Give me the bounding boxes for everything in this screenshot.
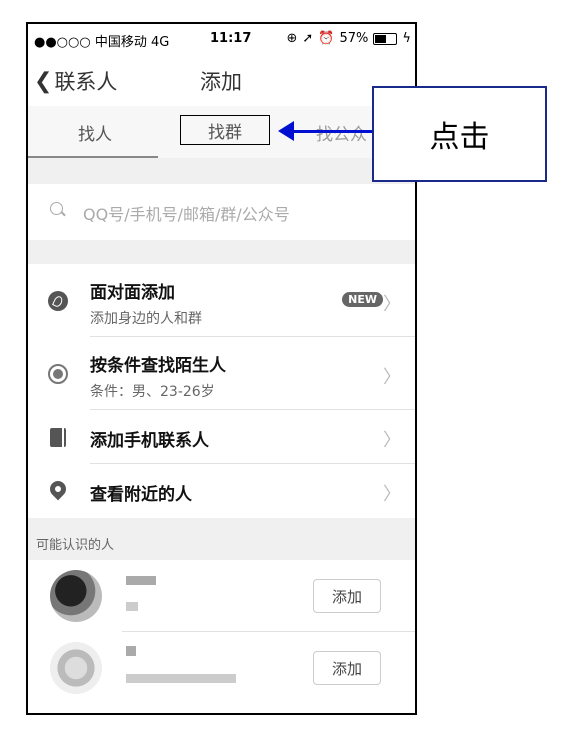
back-label: 联系人 bbox=[54, 70, 118, 94]
blurred-name bbox=[126, 646, 136, 656]
menu-item-title: 添加手机联系人 bbox=[90, 431, 209, 451]
search-bar[interactable]: QQ号/手机号/邮箱/群/公众号 bbox=[28, 184, 415, 241]
alarm-icon: ⏰ bbox=[318, 31, 335, 46]
menu-item-title: 按条件查找陌生人 bbox=[90, 356, 226, 376]
search-placeholder: QQ号/手机号/邮箱/群/公众号 bbox=[83, 205, 290, 224]
menu-item-title: 面对面添加 bbox=[90, 283, 175, 303]
navigation-bar: ❮ 联系人 添加 bbox=[28, 58, 415, 102]
filter-search-icon bbox=[48, 364, 68, 384]
menu-item-title: 查看附近的人 bbox=[90, 485, 192, 505]
list-item: 添加 bbox=[28, 632, 415, 704]
add-friend-button[interactable]: 添加 bbox=[313, 579, 381, 613]
blurred-detail bbox=[126, 602, 138, 611]
face-to-face-icon bbox=[48, 291, 68, 311]
page-title: 添加 bbox=[200, 70, 242, 94]
phone-contacts-icon bbox=[50, 428, 66, 447]
annotation-callout: 点击 bbox=[372, 86, 547, 182]
list-item: 添加 bbox=[28, 560, 415, 632]
back-button[interactable]: ❮ 联系人 bbox=[34, 66, 117, 96]
chevron-right-icon: 〉 bbox=[383, 484, 401, 505]
charging-icon: ϟ bbox=[402, 31, 411, 46]
location-arrow-icon: ➚ bbox=[302, 31, 314, 46]
status-time: 11:17 bbox=[210, 31, 252, 46]
menu-item-subtitle: 条件：男、23-26岁 bbox=[90, 384, 215, 400]
battery-icon bbox=[373, 32, 398, 45]
avatar bbox=[50, 642, 102, 694]
chevron-left-icon: ❮ bbox=[34, 68, 53, 94]
annotation-arrow-line bbox=[292, 130, 372, 133]
location-pin-icon bbox=[46, 477, 70, 501]
chevron-right-icon: 〉 bbox=[383, 294, 401, 315]
carrier-text: ●●○○○ 中国移动 4G bbox=[34, 35, 170, 50]
annotation-arrow-head bbox=[278, 121, 294, 141]
menu-item-phone-contacts[interactable]: 添加手机联系人 〉 bbox=[28, 410, 415, 464]
status-bar: ●●○○○ 中国移动 4G 11:17 ⊕ ➚ ⏰ 57% ϟ bbox=[28, 24, 415, 54]
blurred-detail bbox=[126, 674, 236, 683]
section-spacer bbox=[28, 158, 415, 184]
avatar bbox=[50, 570, 102, 622]
new-badge: NEW bbox=[342, 292, 383, 307]
suggestions-title: 可能认识的人 bbox=[36, 538, 115, 553]
menu-item-nearby-people[interactable]: 查看附近的人 〉 bbox=[28, 464, 415, 518]
carrier-info: ●●○○○ 中国移动 4G bbox=[34, 31, 169, 50]
chevron-right-icon: 〉 bbox=[383, 367, 401, 388]
section-spacer bbox=[28, 240, 415, 264]
tab-find-group[interactable]: 找群 bbox=[180, 115, 270, 145]
phone-screen: ●●○○○ 中国移动 4G 11:17 ⊕ ➚ ⏰ 57% ϟ ❮ 联系人 添加… bbox=[26, 22, 417, 715]
menu-item-subtitle: 添加身边的人和群 bbox=[90, 311, 202, 327]
add-friend-button[interactable]: 添加 bbox=[313, 651, 381, 685]
menu-item-face-to-face[interactable]: 面对面添加 添加身边的人和群 NEW 〉 bbox=[28, 264, 415, 337]
blurred-name bbox=[126, 576, 156, 585]
suggestions-header: 可能认识的人 bbox=[28, 518, 415, 560]
lock-rotation-icon: ⊕ bbox=[286, 31, 298, 46]
chevron-right-icon: 〉 bbox=[383, 430, 401, 451]
tab-find-people[interactable]: 找人 bbox=[78, 120, 112, 145]
battery-percent: 57% bbox=[339, 31, 369, 46]
status-icons: ⊕ ➚ ⏰ 57% ϟ bbox=[287, 31, 411, 46]
menu-item-search-by-condition[interactable]: 按条件查找陌生人 条件：男、23-26岁 〉 bbox=[28, 337, 415, 410]
search-icon bbox=[50, 202, 63, 215]
